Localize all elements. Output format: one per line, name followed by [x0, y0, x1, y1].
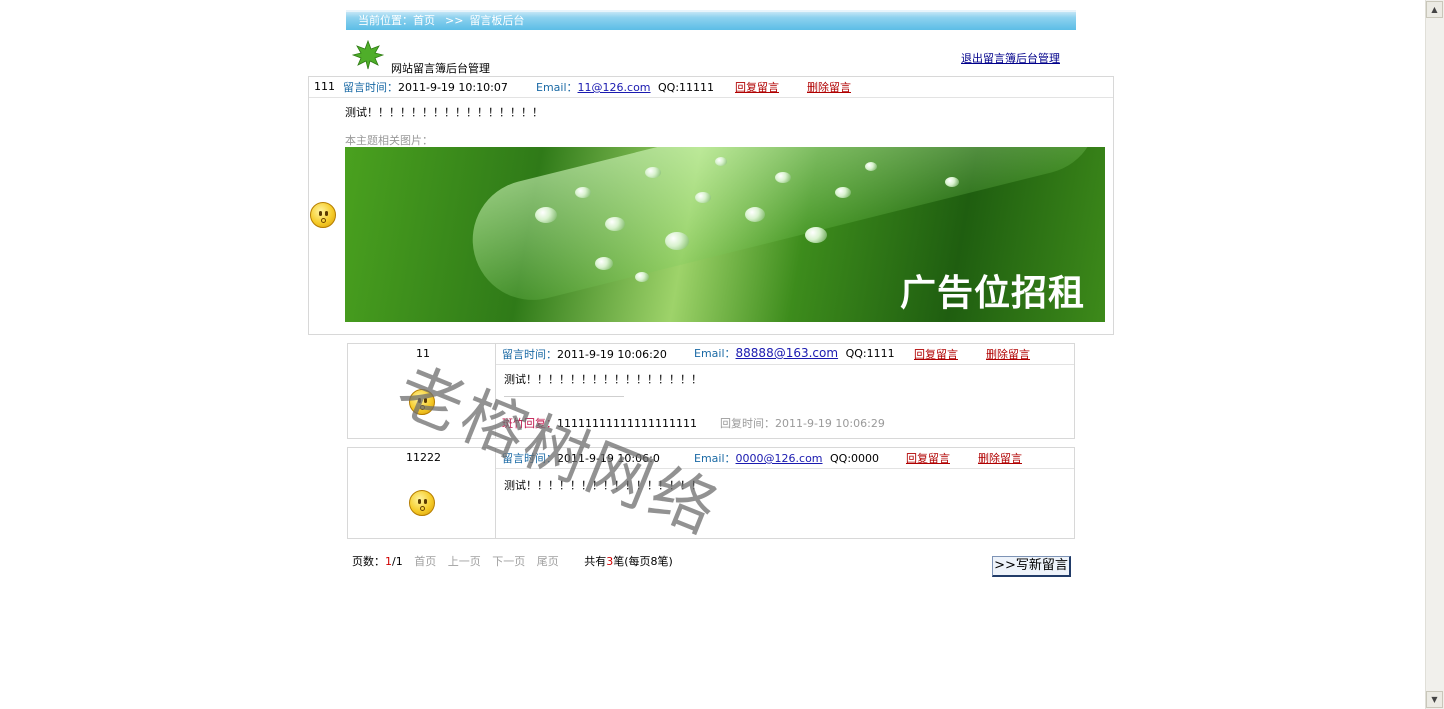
page-first-link[interactable]: 首页 — [414, 555, 436, 568]
reply-time-label: 回复时间： — [720, 417, 775, 430]
page-next-link[interactable]: 下一页 — [492, 555, 525, 568]
scroll-down-icon[interactable]: ▼ — [1426, 691, 1443, 708]
breadcrumb-home[interactable]: 首页 — [413, 14, 435, 27]
message-2-qq: QQ:1111 — [845, 347, 895, 360]
message-2-time-row: 留言时间：2011-9-19 10:06:20 — [502, 346, 667, 362]
write-message-button[interactable]: >>写新留言 — [992, 556, 1071, 577]
message-2-reply-link[interactable]: 回复留言 — [914, 346, 958, 362]
page-last-link[interactable]: 尾页 — [537, 555, 559, 568]
message-2-email-link[interactable]: 88888@163.com — [736, 346, 839, 360]
time-label: 留言时间： — [343, 81, 398, 94]
email-label: Email： — [694, 347, 736, 360]
count-prefix: 共有 — [584, 555, 607, 568]
breadcrumb-separator: >> — [445, 14, 464, 27]
message-2-time: 2011-9-19 10:06:20 — [557, 348, 667, 361]
count-suffix: 笔(每页8笔) — [613, 555, 673, 568]
smiley-icon — [310, 202, 336, 228]
time-label: 留言时间： — [502, 348, 557, 361]
ad-banner-text: 广告位招租 — [899, 273, 1085, 314]
message-1-qq: QQ:11111 — [658, 81, 715, 94]
pagination: 页数：1/1 首页 上一页 下一页 尾页 共有3笔(每页8笔) — [352, 553, 673, 569]
page-prev-link[interactable]: 上一页 — [448, 555, 481, 568]
message-3-delete-link[interactable]: 删除留言 — [978, 450, 1022, 466]
message-1-email-link[interactable]: 11@126.com — [578, 81, 651, 94]
breadcrumb: 当前位置：首页 >> 留言板后台 — [346, 10, 1076, 30]
breadcrumb-prefix: 当前位置： — [358, 14, 413, 27]
smiley-icon — [409, 490, 435, 516]
admin-title: 网站留言簿后台管理 — [391, 62, 490, 75]
page-label: 页数： — [352, 555, 385, 568]
message-2-email-row: Email：88888@163.com QQ:1111 — [694, 345, 895, 361]
vertical-scrollbar[interactable] — [1425, 0, 1444, 709]
message-3-email-link[interactable]: 0000@126.com — [736, 452, 823, 465]
message-1-author: 111 — [314, 80, 335, 93]
message-3-qq: QQ:0000 — [830, 452, 880, 465]
message-1-delete-link[interactable]: 删除留言 — [807, 79, 851, 95]
page-current: 1 — [385, 555, 392, 568]
message-1-email-row: Email：11@126.com QQ:11111 — [536, 79, 714, 95]
record-count: 共有3笔(每页8笔) — [584, 555, 673, 568]
message-2-reply-time: 2011-9-19 10:06:29 — [775, 417, 885, 430]
message-1-reply-link[interactable]: 回复留言 — [735, 79, 779, 95]
exit-admin-link[interactable]: 退出留言簿后台管理 — [961, 50, 1060, 66]
message-1-time: 2011-9-19 10:10:07 — [398, 81, 508, 94]
message-2-delete-link[interactable]: 删除留言 — [986, 346, 1030, 362]
message-1-content: 测试！！！！！！！！！！！！！！！！ — [345, 106, 543, 119]
message-2-reply-time-row: 回复时间：2011-9-19 10:06:29 — [720, 415, 885, 431]
scroll-up-icon[interactable]: ▲ — [1426, 1, 1443, 18]
message-3-author: 11222 — [406, 451, 441, 464]
page-total: /1 — [392, 555, 403, 568]
email-label: Email： — [536, 81, 578, 94]
breadcrumb-current: 留言板后台 — [469, 14, 525, 27]
maple-leaf-icon — [352, 40, 384, 70]
message-2-content: 测试！！！！！！！！！！！！！！！！ — [504, 373, 702, 386]
message-1-time-row: 留言时间：2011-9-19 10:10:07 — [343, 79, 508, 95]
ad-banner-image: 广告位招租 — [345, 147, 1105, 322]
related-image-label: 本主题相关图片： — [345, 134, 433, 147]
message-3-reply-link[interactable]: 回复留言 — [906, 450, 950, 466]
